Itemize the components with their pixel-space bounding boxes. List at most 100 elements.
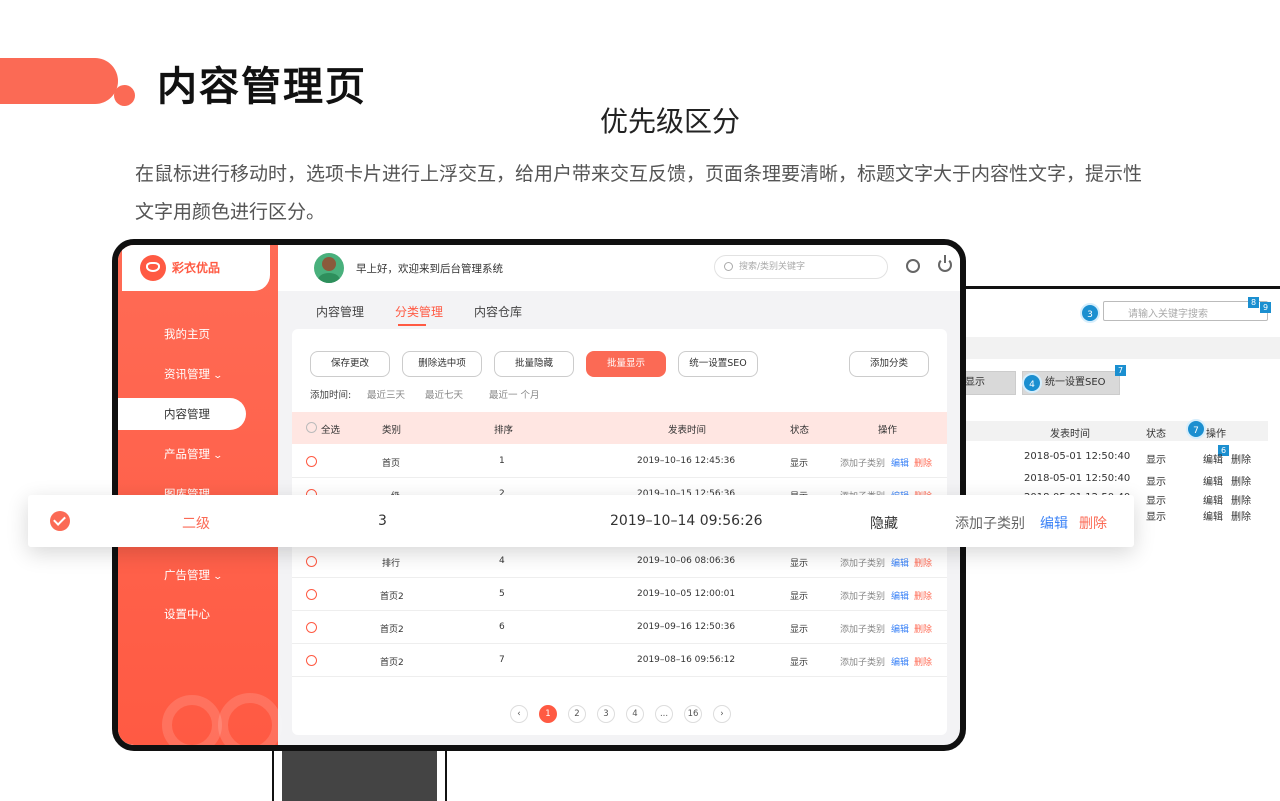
logo-text: 彩衣优品 xyxy=(172,261,221,275)
page-ellipsis: ... xyxy=(655,705,673,723)
tab-warehouse[interactable]: 内容仓库 xyxy=(474,303,522,320)
time-filter-3days[interactable]: 最近三天 xyxy=(367,387,405,401)
back-table-row: 2018-05-01 12:50:40 显示 编辑 删除 xyxy=(1024,451,1251,466)
page-button[interactable]: 1 xyxy=(539,705,557,723)
delete-link[interactable]: 删除 xyxy=(914,556,932,569)
row-checkbox[interactable] xyxy=(306,456,317,467)
edit-link[interactable]: 编辑 xyxy=(891,456,909,469)
row-checkbox[interactable] xyxy=(306,556,317,567)
annotation-badge: 7 xyxy=(1186,419,1206,439)
edit-link[interactable]: 编辑 xyxy=(891,589,909,602)
description-text: 在鼠标进行移动时，选项卡片进行上浮交互，给用户带来交互反馈，页面条理要清晰，标题… xyxy=(135,163,1143,223)
avatar[interactable] xyxy=(314,253,344,283)
sidebar-item-news[interactable]: 资讯管理 ⌄ xyxy=(118,358,278,390)
time-filter-7days[interactable]: 最近七天 xyxy=(425,387,463,401)
search-icon xyxy=(724,262,733,271)
row-checkbox[interactable] xyxy=(306,622,317,633)
chevron-down-icon: ⌄ xyxy=(212,451,224,461)
time-filter-label: 添加时间: xyxy=(310,390,352,401)
page-button[interactable]: 3 xyxy=(597,705,615,723)
sidebar-item-home[interactable]: 我的主页 xyxy=(118,318,278,350)
annotation-badge: 4 xyxy=(1022,373,1042,393)
stage: 内容管理页 优先级区分 在鼠标进行移动时，选项卡片进行上浮交互，给用户带来交互反… xyxy=(0,0,1280,801)
edit-link[interactable]: 编辑 xyxy=(891,622,909,635)
decor-bar xyxy=(0,58,118,104)
delete-selected-button[interactable]: 删除选中项 xyxy=(402,351,482,377)
card-delete-link[interactable]: 删除 xyxy=(1079,513,1107,533)
back-delete-link[interactable]: 删除 xyxy=(1231,508,1251,523)
add-subcategory-link[interactable]: 添加子类别 xyxy=(840,456,885,469)
power-icon[interactable] xyxy=(938,255,952,272)
logo-icon xyxy=(140,255,166,281)
back-delete-link[interactable]: 删除 xyxy=(1231,492,1251,507)
table-row[interactable]: 首页2 6 2019–09–16 12:50:36 显示 添加子类别 编辑 删除 xyxy=(292,611,947,644)
table-row[interactable]: 首页2 5 2019–10–05 12:00:01 显示 添加子类别 编辑 删除 xyxy=(292,578,947,611)
card-add-subcategory-link[interactable]: 添加子类别 xyxy=(955,513,1025,533)
back-edit-link[interactable]: 编辑 xyxy=(1203,473,1223,488)
page-button[interactable]: 4 xyxy=(626,705,644,723)
sidebar-item-settings[interactable]: 设置中心 xyxy=(118,598,278,630)
back-edit-link[interactable]: 编辑 xyxy=(1203,451,1223,466)
add-subcategory-link[interactable]: 添加子类别 xyxy=(840,622,885,635)
back-col-ops: 操作 xyxy=(1206,429,1226,440)
card-status: 隐藏 xyxy=(870,516,898,532)
back-table-row: 2018-05-01 12:50:40 显示 编辑 删除 xyxy=(1024,473,1251,488)
back-edit-link[interactable]: 编辑 xyxy=(1203,492,1223,507)
gear-icon[interactable] xyxy=(906,259,920,273)
table-row[interactable]: 首页 1 2019–10–16 12:45:36 显示 添加子类别 编辑 删除 xyxy=(292,445,947,478)
back-delete-link[interactable]: 删除 xyxy=(1231,473,1251,488)
annotation-badge: 3 xyxy=(1080,303,1100,323)
add-subcategory-link[interactable]: 添加子类别 xyxy=(840,556,885,569)
annotation-badge: 9 xyxy=(1260,302,1271,313)
select-all-checkbox[interactable] xyxy=(306,422,317,433)
sidebar-decor xyxy=(218,693,282,745)
sidebar-item-products[interactable]: 产品管理 ⌄ xyxy=(118,438,278,470)
back-col-time: 发表时间 xyxy=(1050,429,1090,440)
card-category: 二级 xyxy=(182,516,210,532)
tab-category[interactable]: 分类管理 xyxy=(395,303,443,320)
topbar: 早上好，欢迎来到后台管理系统 搜索/类别关键字 xyxy=(278,245,960,291)
edit-link[interactable]: 编辑 xyxy=(891,655,909,668)
table-row[interactable]: 排行 4 2019–10–06 08:06:36 显示 添加子类别 编辑 删除 xyxy=(292,545,947,578)
delete-link[interactable]: 删除 xyxy=(914,655,932,668)
delete-link[interactable]: 删除 xyxy=(914,456,932,469)
sidebar-item-content[interactable]: 内容管理 xyxy=(118,398,246,430)
logo[interactable]: 彩衣优品 xyxy=(122,245,270,291)
batch-hide-button[interactable]: 批量隐藏 xyxy=(494,351,574,377)
delete-link[interactable]: 删除 xyxy=(914,589,932,602)
page-button[interactable]: 2 xyxy=(568,705,586,723)
back-edit-link[interactable]: 编辑 xyxy=(1203,508,1223,523)
row-checkbox[interactable] xyxy=(306,655,317,666)
seo-button[interactable]: 统一设置SEO xyxy=(678,351,758,377)
card-order: 3 xyxy=(378,513,387,529)
save-button[interactable]: 保存更改 xyxy=(310,351,390,377)
prev-page-button[interactable]: ‹ xyxy=(510,705,528,723)
check-icon[interactable] xyxy=(50,511,70,531)
next-page-button[interactable]: › xyxy=(713,705,731,723)
tab-indicator xyxy=(398,324,426,326)
chevron-down-icon: ⌄ xyxy=(212,371,224,381)
sidebar-decor xyxy=(162,695,222,745)
search-input[interactable]: 搜索/类别关键字 xyxy=(714,255,888,279)
tab-content[interactable]: 内容管理 xyxy=(316,303,364,320)
tab-bar: 内容管理 分类管理 内容仓库 xyxy=(278,291,960,327)
table-row[interactable]: 首页2 7 2019–08–16 09:56:12 显示 添加子类别 编辑 删除 xyxy=(292,644,947,677)
back-show-button[interactable]: 显示 xyxy=(958,371,1016,395)
card-time: 2019–10–14 09:56:26 xyxy=(610,513,763,529)
add-category-button[interactable]: 添加分类 xyxy=(849,351,929,377)
add-subcategory-link[interactable]: 添加子类别 xyxy=(840,589,885,602)
back-search-input[interactable]: 请输入关键字搜索 xyxy=(1103,301,1268,321)
back-strip xyxy=(958,337,1280,359)
edit-link[interactable]: 编辑 xyxy=(891,556,909,569)
add-subcategory-link[interactable]: 添加子类别 xyxy=(840,655,885,668)
delete-link[interactable]: 删除 xyxy=(914,622,932,635)
card-edit-link[interactable]: 编辑 xyxy=(1040,513,1068,533)
sidebar-item-ads[interactable]: 广告管理 ⌄ xyxy=(118,559,278,591)
time-filter-month[interactable]: 最近一 个月 xyxy=(489,387,540,401)
table-header: 全选 类别 排序 发表时间 状态 操作 xyxy=(292,412,947,444)
back-delete-link[interactable]: 删除 xyxy=(1231,451,1251,466)
row-checkbox[interactable] xyxy=(306,589,317,600)
batch-show-button[interactable]: 批量显示 xyxy=(586,351,666,377)
page-button[interactable]: 16 xyxy=(684,705,702,723)
hovered-row-card[interactable]: 二级 3 2019–10–14 09:56:26 隐藏 添加子类别 编辑 删除 xyxy=(28,495,1134,547)
